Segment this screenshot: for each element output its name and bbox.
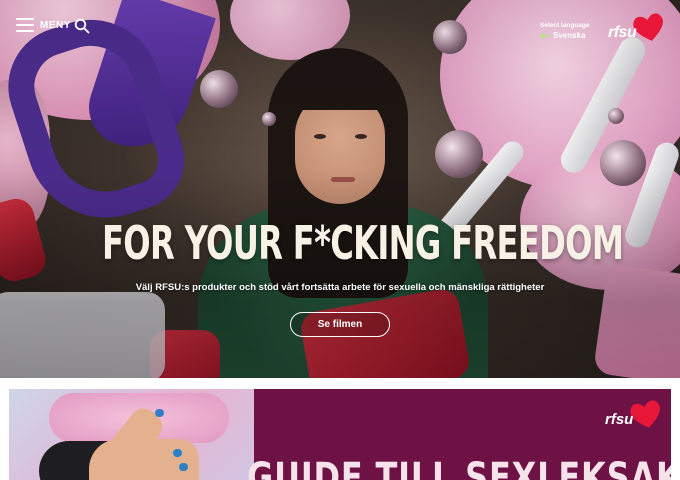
language-caption: Select language	[540, 22, 590, 29]
banner-logo-text: rfsu	[605, 411, 634, 428]
menu-label: MENY	[40, 19, 71, 31]
rfsu-logo[interactable]: rfsu	[608, 12, 666, 44]
banner-rfsu-logo: rfsu	[605, 399, 663, 431]
language-value: Svenska	[553, 31, 586, 40]
nail-shape	[173, 449, 182, 457]
watch-film-button[interactable]: Se filmen	[290, 312, 390, 337]
hero-section: MENY Select language Svenska rfsu FOR YO…	[0, 0, 680, 378]
search-icon[interactable]	[74, 18, 90, 34]
hero-subline: Välj RFSU:s produkter och stöd vårt fort…	[135, 282, 545, 293]
menu-button[interactable]: MENY	[16, 18, 71, 32]
nail-shape	[179, 463, 188, 471]
logo-text: rfsu	[608, 24, 637, 41]
language-selector[interactable]: Select language Svenska	[540, 21, 590, 42]
banner-photo	[9, 389, 254, 480]
hamburger-icon	[16, 18, 34, 32]
heart-icon	[630, 400, 660, 428]
sex-toy-guide-banner[interactable]: rfsu GUIDE TILL SEXLEKSAKER	[9, 389, 671, 480]
heart-icon	[633, 13, 663, 41]
hero-headline: FOR YOUR F*CKING FREEDOM	[102, 216, 624, 270]
arrow-left-icon	[540, 33, 549, 39]
banner-title: GUIDE TILL SEXLEKSAKER	[247, 455, 671, 480]
nail-shape	[155, 409, 164, 417]
